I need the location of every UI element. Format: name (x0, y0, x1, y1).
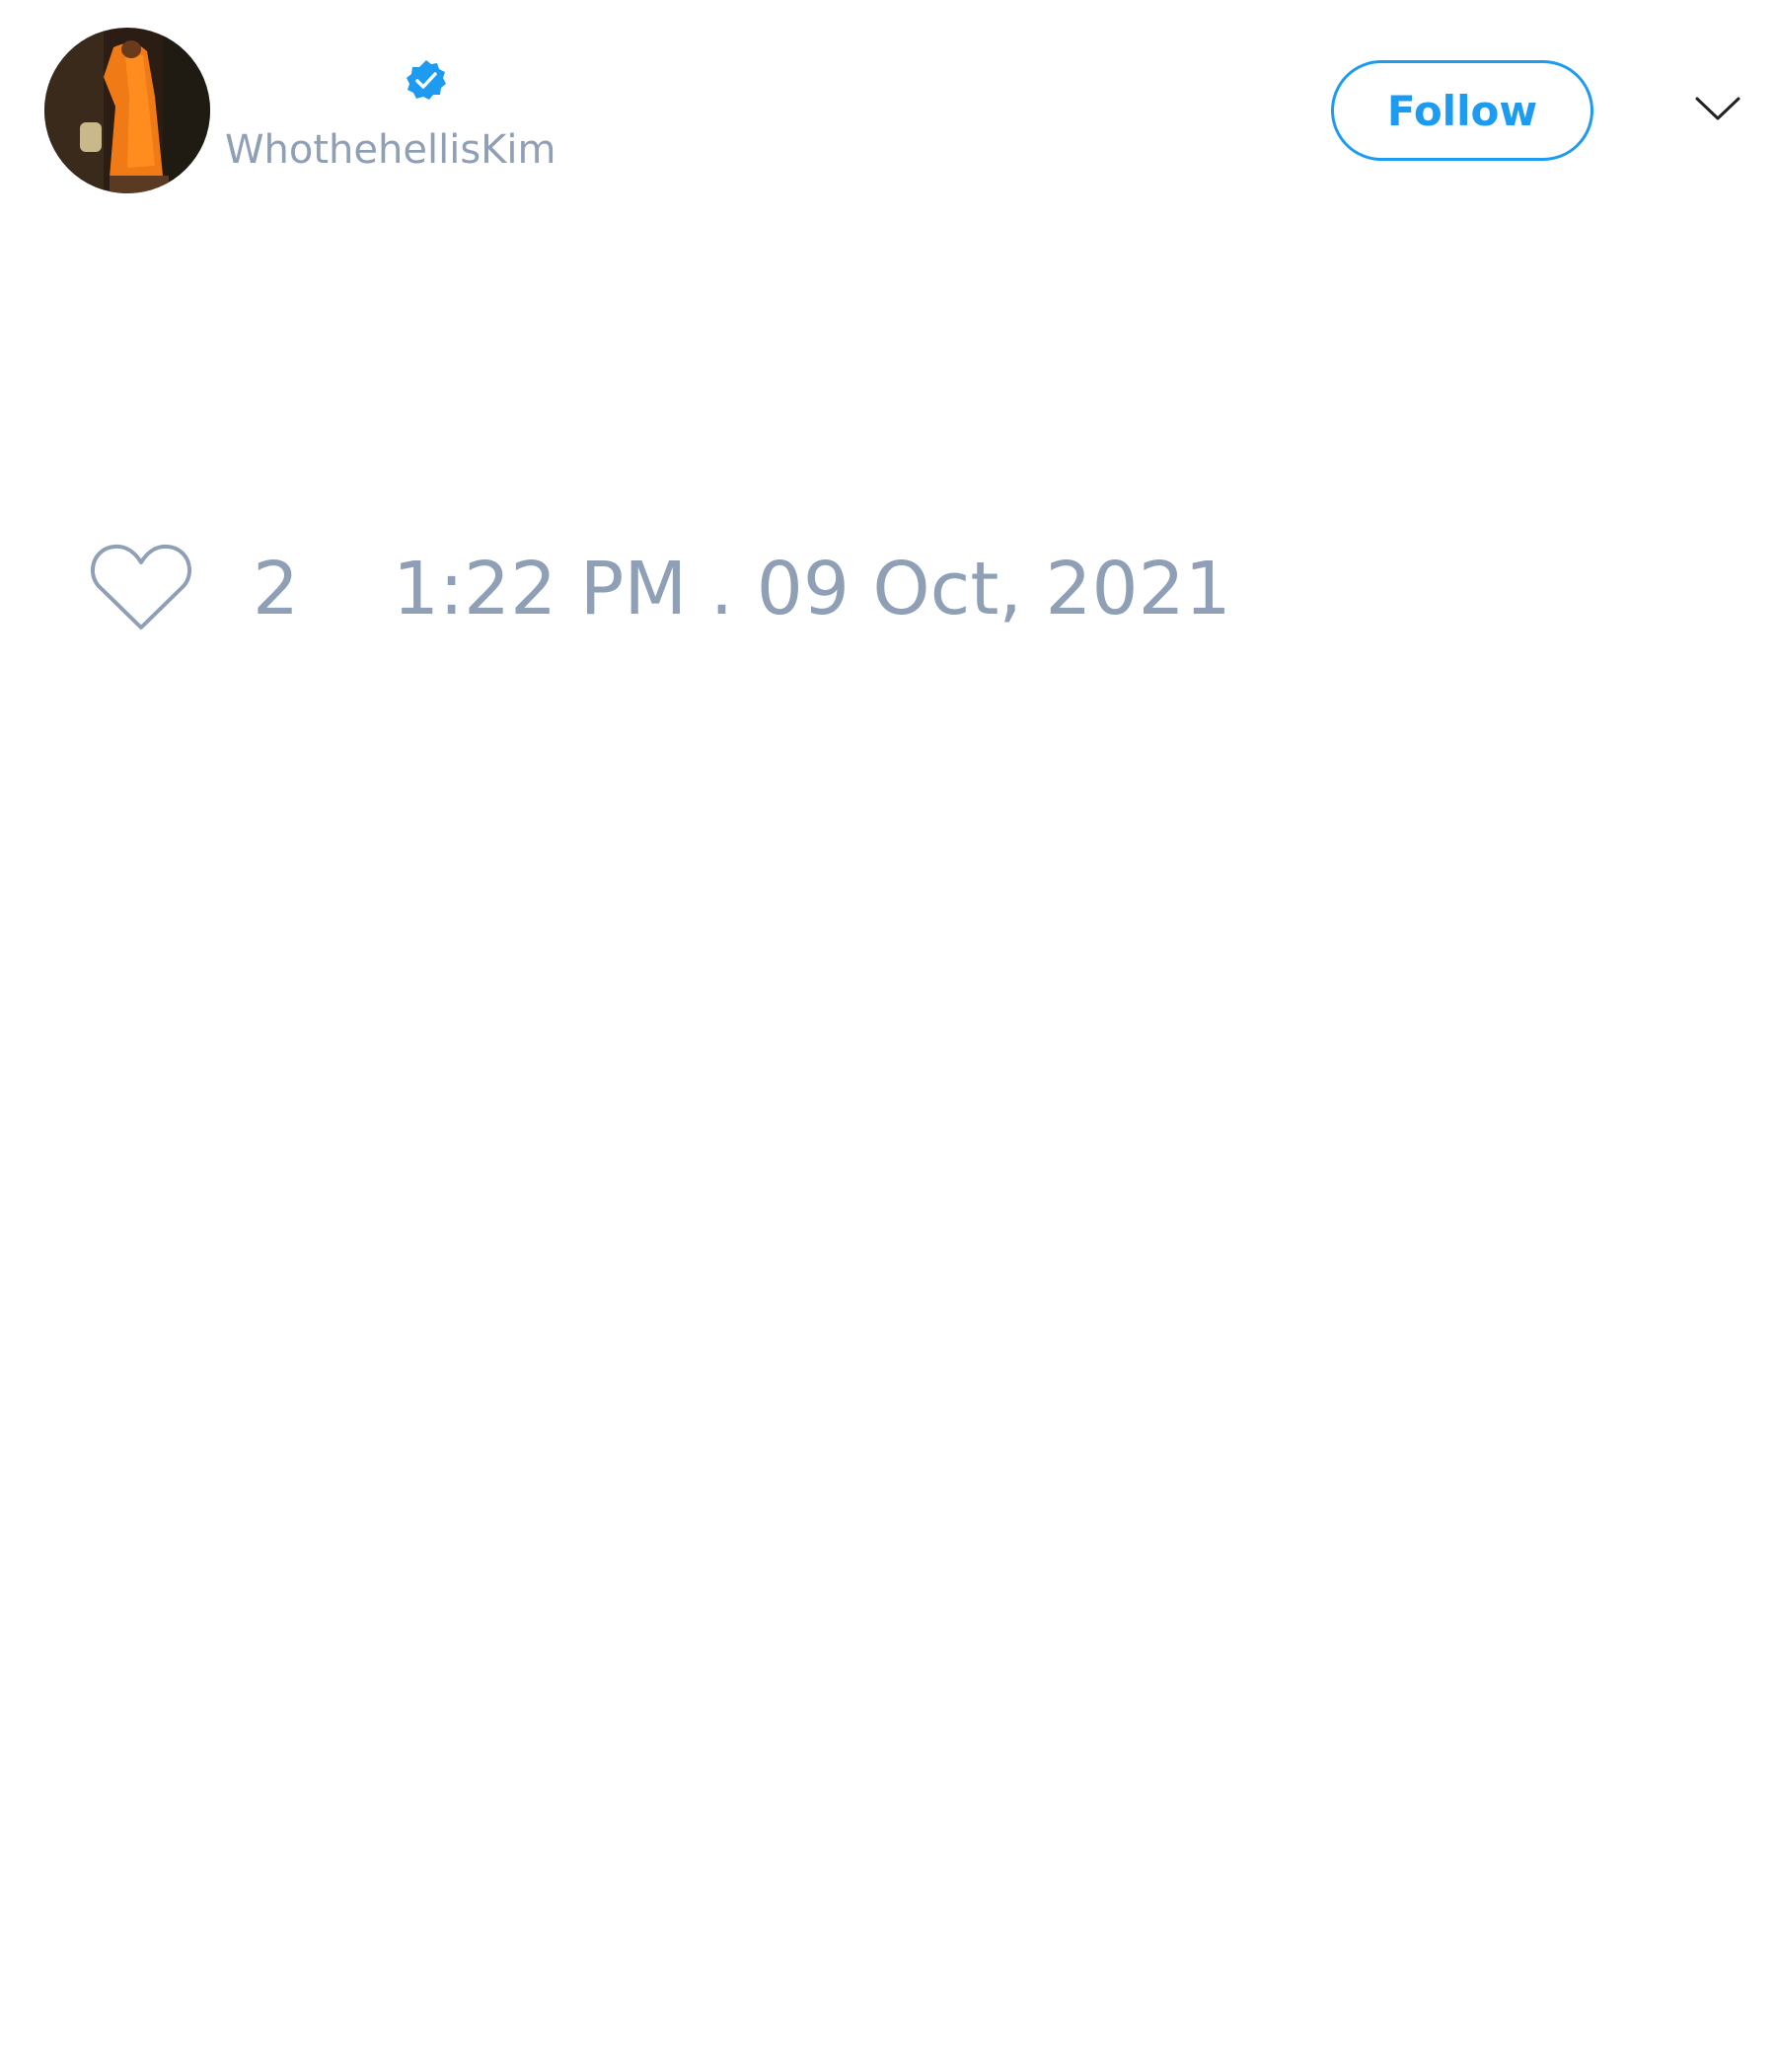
like-count: 2 (253, 547, 300, 631)
chevron-down-icon[interactable] (1693, 89, 1742, 128)
verified-badge-icon (407, 60, 446, 100)
follow-button[interactable]: Follow (1331, 60, 1593, 161)
tweet-card: WhothehellisKim Follow 2 1:22 PM . 09 Oc… (0, 0, 1776, 2072)
tweet-timestamp[interactable]: 1:22 PM . 09 Oct, 2021 (393, 541, 1231, 637)
author-handle[interactable]: WhothehellisKim (225, 126, 555, 174)
avatar[interactable] (44, 28, 210, 193)
avatar-image (44, 28, 210, 193)
heart-icon[interactable] (89, 541, 193, 633)
